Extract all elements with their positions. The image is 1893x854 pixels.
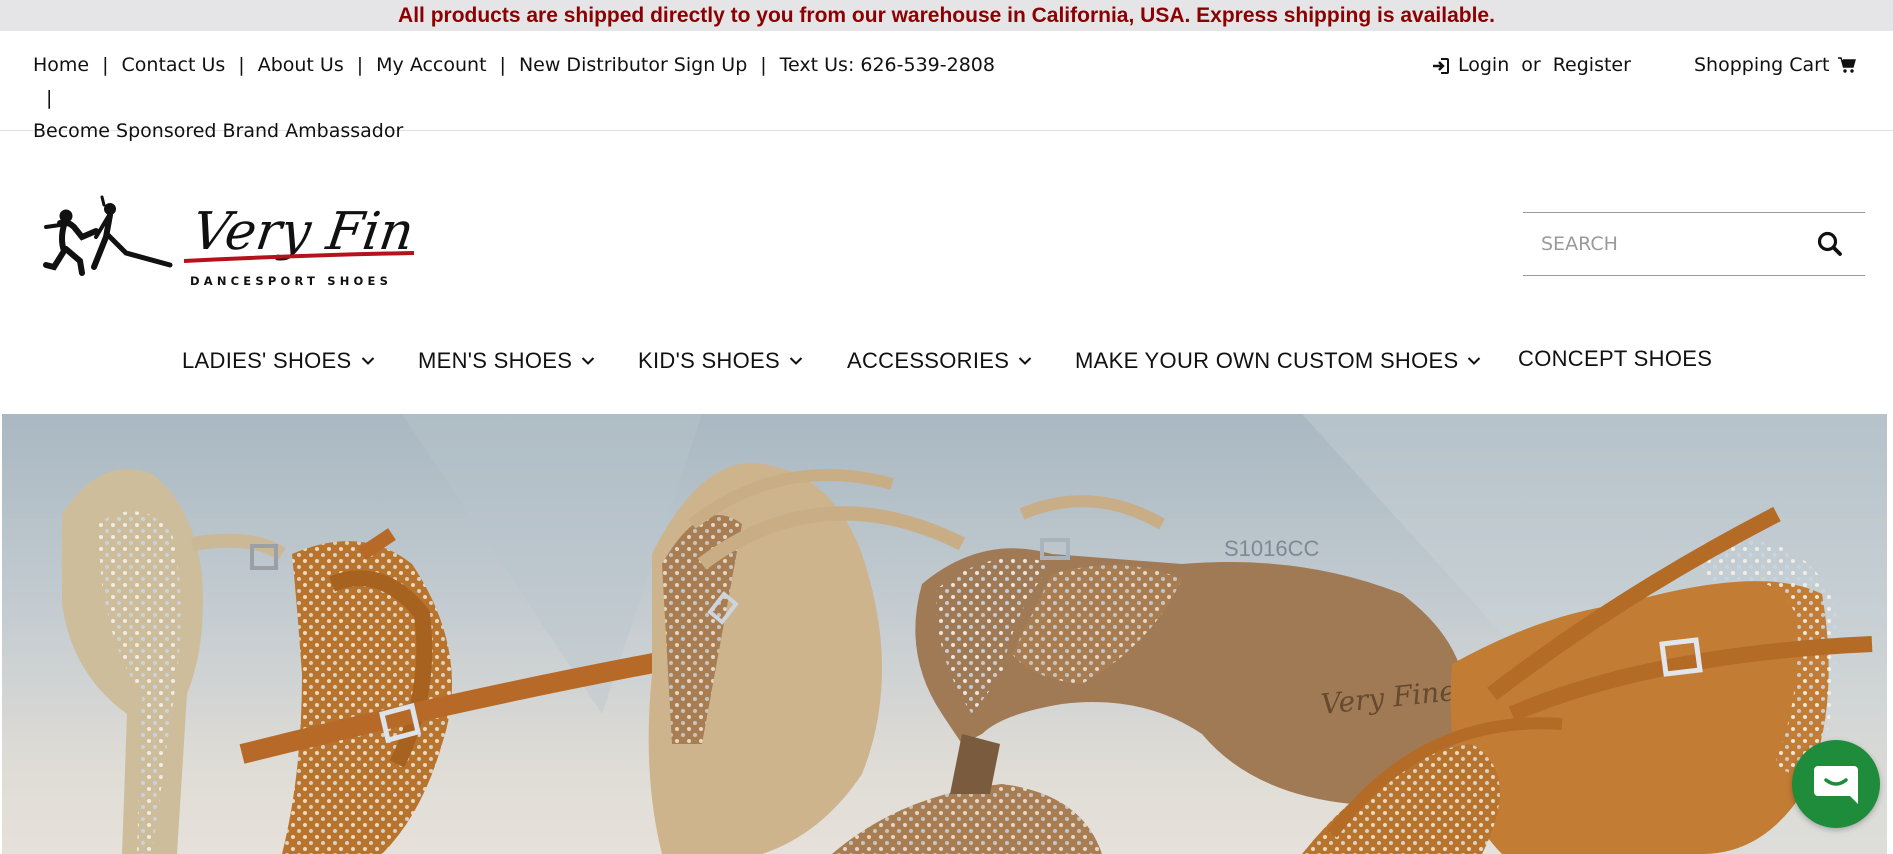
main-navigation: LADIES' SHOES MEN'S SHOES KID'S SHOES AC… <box>0 340 1893 388</box>
hero-shoes-image: S1016CC Very Fine <box>62 414 1887 854</box>
cart-label: Shopping Cart <box>1694 54 1830 76</box>
separator: | <box>760 54 767 76</box>
nav-label: KID'S SHOES <box>638 348 780 373</box>
about-us-link[interactable]: About Us <box>258 54 344 76</box>
account-links: Login or Register <box>1432 49 1631 82</box>
separator: | <box>356 54 364 76</box>
top-utility-bar: Home | Contact Us | About Us | My Account | New … <box>0 31 1893 142</box>
separator: | <box>46 87 53 109</box>
nav-accessories[interactable]: ACCESSORIES <box>847 348 1032 374</box>
hero-banner[interactable]: S1016CC Very Fine <box>2 414 1887 854</box>
sign-in-icon <box>1432 57 1450 75</box>
logo-tagline: DANCESPORT SHOES <box>190 274 392 288</box>
chevron-down-icon <box>1468 357 1481 365</box>
nav-mens-shoes[interactable]: MEN'S SHOES <box>418 348 595 374</box>
hero-model-code: S1016CC <box>1224 536 1320 561</box>
nav-custom-shoes[interactable]: MAKE YOUR OWN CUSTOM SHOES <box>1075 348 1481 374</box>
cart-icon <box>1838 57 1857 74</box>
chevron-down-icon <box>361 357 374 365</box>
site-logo[interactable]: Very Fine DANCESPORT SHOES <box>24 195 448 295</box>
text-us-link[interactable]: Text Us: 626-539-2808 <box>780 54 995 76</box>
my-account-link[interactable]: My Account <box>376 54 486 76</box>
register-link[interactable]: Register <box>1553 49 1631 82</box>
nav-concept-shoes[interactable]: CONCEPT SHOES <box>1518 346 1712 372</box>
nav-label: ACCESSORIES <box>847 348 1010 373</box>
separator: | <box>238 54 245 76</box>
nav-label: CONCEPT SHOES <box>1518 346 1713 371</box>
top-links: Home | Contact Us | About Us | My Account | New … <box>33 49 1013 148</box>
search-box <box>1523 212 1865 276</box>
logo-image: Very Fine DANCESPORT SHOES <box>43 195 448 288</box>
announcement-text: All products are shipped directly to you… <box>398 3 1495 27</box>
chat-icon <box>1814 766 1858 804</box>
brand-ambassador-link[interactable]: Become Sponsored Brand Ambassador <box>33 120 403 142</box>
chevron-down-icon <box>789 357 803 365</box>
shopping-cart-link[interactable]: Shopping Cart <box>1694 49 1857 82</box>
nav-label: LADIES' SHOES <box>182 348 352 373</box>
nav-ladies-shoes[interactable]: LADIES' SHOES <box>182 348 375 374</box>
or-text: or <box>1521 54 1541 76</box>
home-link[interactable]: Home <box>33 54 89 76</box>
nav-label: MEN'S SHOES <box>418 348 573 373</box>
search-input[interactable] <box>1523 232 1813 256</box>
chevron-down-icon <box>1019 357 1032 365</box>
nav-label: MAKE YOUR OWN CUSTOM SHOES <box>1075 348 1459 373</box>
chevron-down-icon <box>581 357 595 365</box>
distributor-signup-link[interactable]: New Distributor Sign Up <box>519 54 747 76</box>
contact-us-link[interactable]: Contact Us <box>122 54 226 76</box>
separator: | <box>499 54 506 76</box>
login-link[interactable]: Login <box>1458 49 1509 82</box>
announcement-bar: All products are shipped directly to you… <box>0 0 1893 31</box>
nav-kids-shoes[interactable]: KID'S SHOES <box>638 348 803 374</box>
search-icon[interactable] <box>1817 231 1843 257</box>
separator: | <box>102 54 109 76</box>
live-chat-button[interactable] <box>1792 740 1880 828</box>
